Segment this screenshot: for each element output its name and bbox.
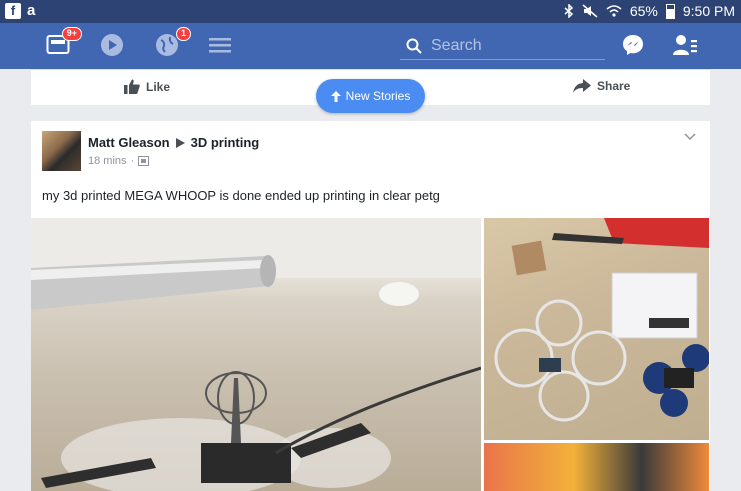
clock: 9:50 PM xyxy=(682,3,735,19)
amazon-icon: a xyxy=(27,2,36,19)
top-navbar: 9+ 1 Search xyxy=(0,23,741,69)
post-meta: 18 mins · xyxy=(88,155,150,167)
parts-photo-illustration xyxy=(494,218,709,422)
share-arrow-icon xyxy=(573,79,591,93)
author-name[interactable]: Matt Gleason xyxy=(88,135,170,150)
mute-icon xyxy=(582,4,598,18)
meta-separator: · xyxy=(130,155,135,167)
share-label: Share xyxy=(597,79,631,93)
menu-button[interactable] xyxy=(208,33,234,59)
post-timestamp[interactable]: 18 mins xyxy=(88,155,127,167)
like-button[interactable]: Like xyxy=(124,79,170,94)
notifications-button[interactable]: 1 xyxy=(155,27,191,59)
hamburger-menu-icon xyxy=(209,38,231,53)
author-avatar[interactable] xyxy=(42,131,81,171)
globe-icon xyxy=(156,34,178,56)
search-input[interactable]: Search xyxy=(400,32,605,60)
post-text: my 3d printed MEGA WHOOP is done ended u… xyxy=(42,188,440,203)
bluetooth-icon xyxy=(564,4,573,18)
post-header: Matt Gleason 3D printing xyxy=(88,135,259,150)
new-stories-button[interactable]: New Stories xyxy=(316,79,425,113)
battery-percent: 65% xyxy=(629,3,658,19)
notifications-badge: 1 xyxy=(175,27,191,41)
chevron-down-icon[interactable] xyxy=(684,133,696,141)
post-photo-3[interactable] xyxy=(484,443,709,491)
thumbs-up-icon xyxy=(124,79,140,94)
post-card: Matt Gleason 3D printing 18 mins · my 3d… xyxy=(31,121,710,491)
messenger-button[interactable] xyxy=(621,33,647,59)
facebook-icon: f xyxy=(5,3,21,19)
search-placeholder: Search xyxy=(431,36,482,54)
group-audience-icon xyxy=(138,156,150,166)
group-name[interactable]: 3D printing xyxy=(191,135,260,150)
status-bar: f a 65% 9:50 PM xyxy=(0,0,741,23)
share-button[interactable]: Share xyxy=(573,79,630,93)
play-icon xyxy=(101,34,123,56)
messenger-icon xyxy=(623,35,643,55)
battery-icon xyxy=(665,3,675,19)
triangle-right-icon xyxy=(175,137,185,148)
friend-requests-icon xyxy=(673,35,697,55)
friend-requests-button[interactable] xyxy=(672,33,698,59)
like-label: Like xyxy=(146,79,171,94)
post-photo-main[interactable] xyxy=(31,218,481,491)
wifi-icon xyxy=(606,5,622,17)
arrow-up-icon xyxy=(330,90,341,102)
drone-photo-illustration xyxy=(31,218,481,491)
search-icon xyxy=(406,38,422,54)
news-feed-badge: 9+ xyxy=(61,27,82,41)
new-stories-label: New Stories xyxy=(345,89,411,103)
news-feed-button[interactable]: 9+ xyxy=(46,27,82,59)
watch-button[interactable] xyxy=(100,33,126,59)
post-photo-2[interactable] xyxy=(484,218,709,440)
